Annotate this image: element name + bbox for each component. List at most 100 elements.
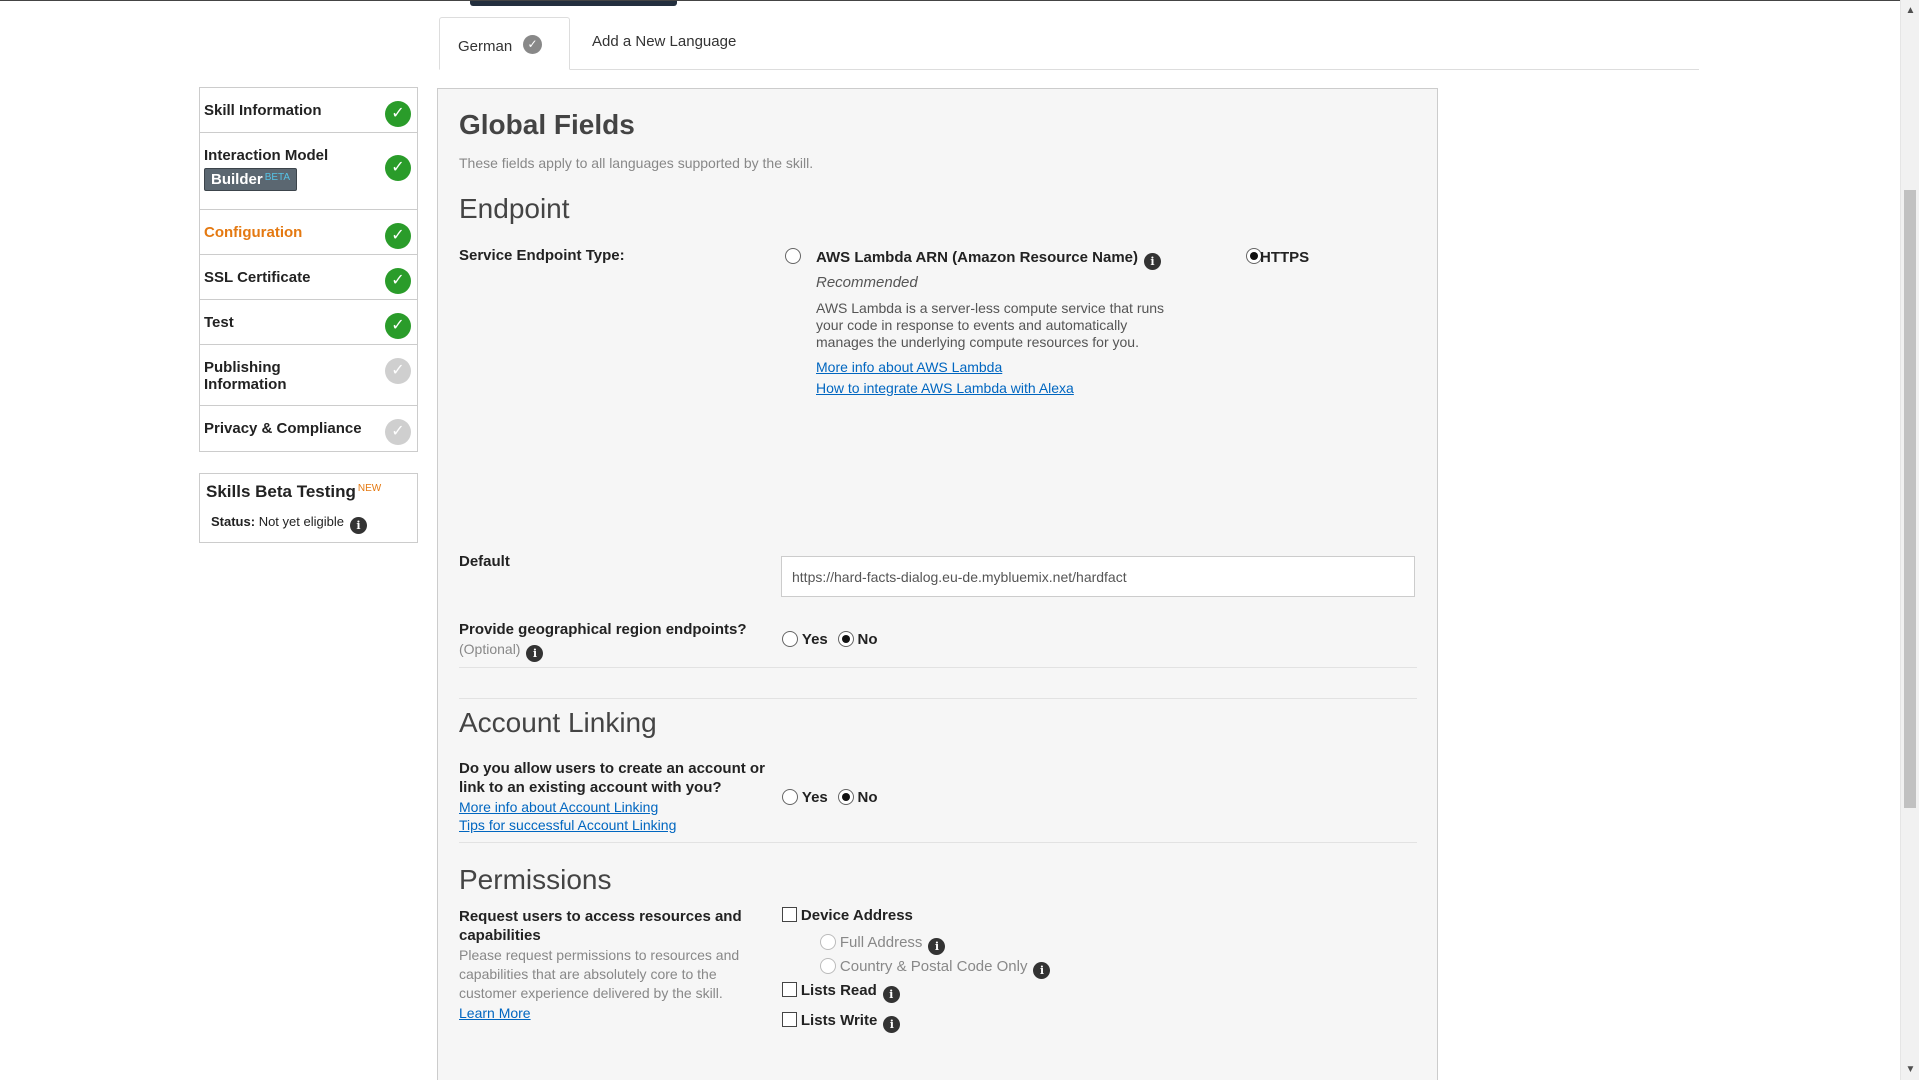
- aws-lambda-description: AWS Lambda is a server-less compute serv…: [816, 300, 1165, 350]
- sidebar-item-label: Skill Information: [204, 102, 322, 119]
- sidebar-item-label: Privacy & Compliance: [204, 420, 362, 437]
- check-icon: ✓: [385, 268, 411, 294]
- check-icon: ✓: [385, 313, 411, 339]
- check-icon: ✓: [385, 419, 411, 445]
- divider: [459, 667, 1417, 668]
- permission-country-postal: Country & Postal Code Only i: [820, 958, 1051, 979]
- aws-lambda-option: AWS Lambda ARN (Amazon Resource Name) i R…: [816, 249, 1186, 396]
- account-linking-options: Yes No: [782, 789, 878, 806]
- page-scrollbar[interactable]: ▲ ▼: [1900, 0, 1919, 1080]
- permission-lists-read: Lists Read i: [782, 982, 900, 1003]
- info-icon[interactable]: i: [526, 645, 544, 662]
- aws-lambda-label: AWS Lambda ARN (Amazon Resource Name): [816, 249, 1139, 266]
- default-label: Default: [459, 553, 510, 570]
- scroll-up-icon[interactable]: ▲: [1901, 2, 1919, 19]
- check-icon: ✓: [385, 101, 411, 127]
- check-icon: ✓: [523, 35, 542, 54]
- sidebar-item-label: Interaction Model: [204, 147, 329, 164]
- info-icon[interactable]: i: [882, 986, 900, 1003]
- geo-yes-label: Yes: [801, 631, 828, 648]
- page-title: Global Fields: [459, 109, 635, 140]
- tab-add-language[interactable]: Add a New Language: [592, 33, 736, 50]
- sidebar-nav: Skill Information ✓ Interaction Model Bu…: [199, 87, 418, 452]
- account-linking-tips-link[interactable]: Tips for successful Account Linking: [459, 817, 676, 833]
- beta-testing-title-text: Skills Beta Testing: [206, 482, 356, 501]
- checkbox-lists-read[interactable]: [782, 982, 797, 997]
- learn-more-link[interactable]: Learn More: [459, 1005, 531, 1021]
- beta-status-value: Not yet eligible: [258, 514, 344, 529]
- beta-testing-title: Skills Beta Testing NEW: [206, 482, 411, 502]
- info-icon[interactable]: i: [349, 517, 367, 534]
- language-tabs: German ✓ Add a New Language: [439, 1, 1699, 70]
- scrollbar-thumb[interactable]: [1904, 190, 1916, 808]
- skills-beta-testing-box: Skills Beta Testing NEW Status: Not yet e…: [199, 473, 418, 543]
- account-linking-no-label: No: [857, 789, 878, 806]
- country-postal-label: Country & Postal Code Only: [839, 958, 1028, 975]
- service-endpoint-type-label: Service Endpoint Type:: [459, 247, 625, 264]
- beta-status-label: Status:: [211, 514, 256, 529]
- account-linking-info-link[interactable]: More info about Account Linking: [459, 799, 658, 815]
- geo-region-options: Yes No: [782, 631, 878, 648]
- sidebar-item-publishing-information[interactable]: Publishing Information ✓: [200, 345, 417, 406]
- sidebar-item-test[interactable]: Test ✓: [200, 300, 417, 345]
- info-icon[interactable]: i: [1144, 253, 1162, 270]
- radio-country-postal[interactable]: [820, 958, 836, 974]
- builder-badge[interactable]: Builder BETA: [204, 168, 298, 191]
- checkbox-device-address[interactable]: [782, 907, 797, 922]
- device-address-label: Device Address: [800, 907, 913, 924]
- radio-full-address[interactable]: [820, 934, 836, 950]
- beta-tag: BETA: [264, 172, 291, 183]
- optional-label: (Optional): [459, 641, 521, 657]
- sidebar-item-label: Configuration: [204, 224, 303, 241]
- radio-account-linking-no[interactable]: [837, 789, 854, 805]
- sidebar-item-privacy-compliance[interactable]: Privacy & Compliance ✓: [200, 406, 417, 451]
- checkbox-lists-write[interactable]: [782, 1012, 797, 1027]
- geo-region-question: Provide geographical region endpoints? (…: [459, 621, 759, 662]
- sidebar-item-interaction-model[interactable]: Interaction Model Builder BETA ✓: [200, 133, 417, 210]
- info-icon[interactable]: i: [883, 1016, 901, 1033]
- aws-lambda-info-link[interactable]: More info about AWS Lambda: [816, 359, 1002, 375]
- sidebar-item-label: Test: [204, 314, 234, 331]
- endpoint-heading: Endpoint: [459, 193, 570, 224]
- account-linking-yes-label: Yes: [801, 789, 828, 806]
- account-linking-label: Do you allow users to create an account …: [459, 760, 765, 796]
- page-subtitle: These fields apply to all languages supp…: [459, 155, 814, 171]
- permissions-label: Request users to access resources and ca…: [459, 908, 742, 944]
- permissions-description: Request users to access resources and ca…: [459, 907, 759, 1021]
- tab-german[interactable]: German ✓: [439, 1, 677, 70]
- permission-lists-write: Lists Write i: [782, 1012, 901, 1033]
- check-icon: ✓: [385, 358, 411, 384]
- permission-full-address: Full Address i: [820, 934, 946, 955]
- new-tag: NEW: [357, 483, 382, 494]
- full-address-label: Full Address: [839, 934, 923, 951]
- radio-geo-no[interactable]: [837, 631, 854, 647]
- divider: [459, 842, 1417, 843]
- sidebar-item-configuration[interactable]: Configuration ✓: [200, 210, 417, 255]
- lists-read-label: Lists Read: [800, 982, 877, 999]
- radio-account-linking-yes[interactable]: [782, 789, 798, 805]
- permissions-heading: Permissions: [459, 864, 612, 895]
- check-icon: ✓: [385, 155, 411, 181]
- recommended-note: Recommended: [816, 274, 918, 291]
- tab-indicator: [470, 1, 677, 6]
- aws-lambda-alexa-link[interactable]: How to integrate AWS Lambda with Alexa: [816, 380, 1074, 396]
- https-label: HTTPS: [1260, 249, 1310, 266]
- radio-aws-lambda[interactable]: [785, 248, 801, 264]
- divider: [459, 698, 1417, 699]
- scroll-down-icon[interactable]: ▼: [1901, 1061, 1919, 1078]
- builder-badge-label: Builder: [211, 171, 263, 188]
- info-icon[interactable]: i: [1033, 962, 1051, 979]
- sidebar-item-label: Publishing Information: [204, 359, 287, 393]
- radio-geo-yes[interactable]: [782, 631, 798, 647]
- default-endpoint-input[interactable]: [781, 556, 1415, 597]
- sidebar-item-label: SSL Certificate: [204, 269, 311, 286]
- sidebar-item-ssl-certificate[interactable]: SSL Certificate ✓: [200, 255, 417, 300]
- info-icon[interactable]: i: [928, 938, 946, 955]
- geo-region-label: Provide geographical region endpoints?: [459, 621, 747, 638]
- global-fields-panel: Global Fields These fields apply to all …: [437, 88, 1438, 1080]
- lists-write-label: Lists Write: [800, 1012, 878, 1029]
- account-linking-question: Do you allow users to create an account …: [459, 759, 769, 833]
- sidebar-item-skill-information[interactable]: Skill Information ✓: [200, 88, 417, 133]
- beta-status: Status: Not yet eligible i: [211, 514, 411, 534]
- permission-device-address: Device Address: [782, 907, 913, 924]
